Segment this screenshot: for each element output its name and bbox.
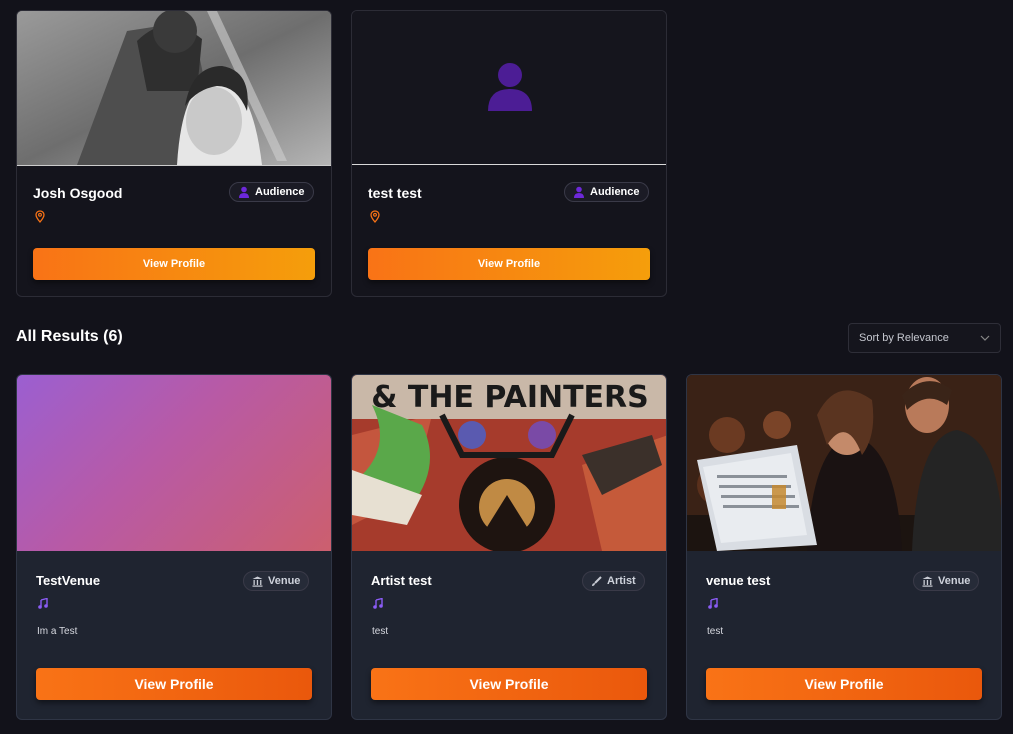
venue-cover-gradient [17, 375, 331, 551]
artist-badge: Artist [582, 571, 645, 591]
badge-label: Venue [938, 575, 971, 587]
profile-placeholder [352, 11, 666, 165]
profile-name: Josh Osgood [33, 185, 123, 201]
profile-photo [17, 11, 331, 166]
location-pin-icon [370, 210, 380, 223]
wedding-photo-image [17, 11, 331, 165]
result-description: test [372, 626, 389, 637]
paintbrush-icon [592, 575, 602, 586]
profile-card-test-test: test test Audience View Profile [351, 10, 667, 297]
music-note-icon [708, 598, 718, 609]
result-description: test [707, 626, 724, 637]
result-name: venue test [706, 573, 771, 588]
view-profile-button[interactable]: View Profile [368, 248, 650, 280]
people-with-laptop-image [687, 375, 1001, 551]
view-profile-button[interactable]: View Profile [706, 668, 982, 700]
artwork-title-text: & THE PAINTERS [371, 380, 649, 415]
result-card-venue-test: venue test Venue test View Profile [686, 374, 1002, 720]
profile-card-josh-osgood: Josh Osgood Audience View Profile [16, 10, 332, 297]
location-pin-icon [35, 210, 45, 223]
music-note-icon [38, 598, 48, 609]
audience-badge: Audience [564, 182, 649, 202]
artist-cover-art: & THE PAINTERS [352, 375, 666, 551]
music-note-icon [373, 598, 383, 609]
person-icon [574, 186, 584, 198]
person-icon [239, 186, 249, 198]
audience-badge: Audience [229, 182, 314, 202]
view-profile-button[interactable]: View Profile [33, 248, 315, 280]
result-description: Im a Test [37, 626, 78, 637]
badge-label: Audience [590, 186, 640, 198]
badge-label: Audience [255, 186, 305, 198]
sort-label: Sort by Relevance [859, 332, 949, 344]
venue-cover-photo [687, 375, 1001, 551]
sort-dropdown[interactable]: Sort by Relevance [848, 323, 1001, 353]
venue-badge: Venue [913, 571, 980, 591]
result-name: TestVenue [36, 573, 101, 588]
view-profile-button[interactable]: View Profile [371, 668, 647, 700]
view-profile-button[interactable]: View Profile [36, 668, 312, 700]
badge-label: Venue [268, 575, 301, 587]
venue-badge: Venue [243, 571, 310, 591]
building-icon [922, 576, 933, 587]
result-name: Artist test [371, 573, 432, 588]
profile-name: test test [368, 185, 422, 201]
result-card-testvenue: TestVenue Venue Im a Test View Profile [16, 374, 332, 720]
band-artwork-image: & THE PAINTERS [352, 375, 666, 551]
chevron-down-icon [980, 335, 990, 341]
person-placeholder-icon [488, 63, 532, 111]
result-card-artist-test: & THE PAINTERS Artist test Artist test V… [351, 374, 667, 720]
building-icon [252, 576, 263, 587]
badge-label: Artist [607, 575, 636, 587]
results-heading: All Results (6) [16, 328, 123, 345]
